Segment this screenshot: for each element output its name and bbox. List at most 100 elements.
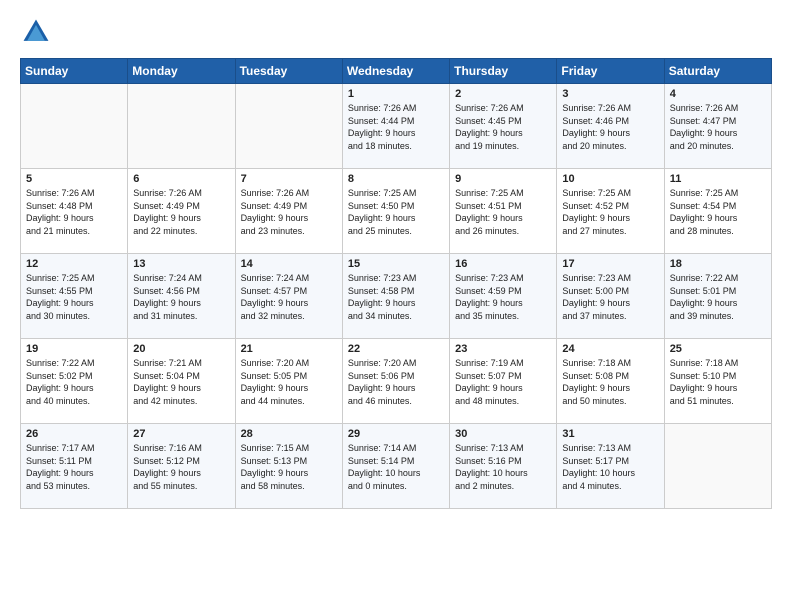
day-number: 20	[133, 343, 229, 355]
day-number: 3	[562, 88, 658, 100]
day-info: Sunrise: 7:23 AM Sunset: 4:59 PM Dayligh…	[455, 272, 551, 322]
page: SundayMondayTuesdayWednesdayThursdayFrid…	[0, 0, 792, 525]
calendar-cell: 11Sunrise: 7:25 AM Sunset: 4:54 PM Dayli…	[664, 169, 771, 254]
calendar-cell: 2 Sunrise: 7:26 AM Sunset: 4:45 PM Daylig…	[450, 84, 557, 169]
calendar-cell: 18Sunrise: 7:22 AM Sunset: 5:01 PM Dayli…	[664, 254, 771, 339]
day-info: Sunrise: 7:17 AM Sunset: 5:11 PM Dayligh…	[26, 442, 122, 492]
calendar-cell: 21 Sunrise: 7:20 AM Sunset: 5:05 PM Dayli…	[235, 339, 342, 424]
weekday-header-wednesday: Wednesday	[342, 59, 449, 84]
day-info: Sunrise: 7:16 AM Sunset: 5:12 PM Dayligh…	[133, 442, 229, 492]
logo-icon	[20, 16, 52, 48]
calendar-cell: 31Sunrise: 7:13 AM Sunset: 5:17 PM Dayli…	[557, 424, 664, 509]
day-info: Sunrise: 7:18 AM Sunset: 5:08 PM Dayligh…	[562, 357, 658, 407]
day-number: 27	[133, 428, 229, 440]
day-info: Sunrise: 7:22 AM Sunset: 5:02 PM Dayligh…	[26, 357, 122, 407]
day-info: Sunrise: 7:24 AM Sunset: 4:56 PM Dayligh…	[133, 272, 229, 322]
weekday-header-tuesday: Tuesday	[235, 59, 342, 84]
day-info: Sunrise: 7:26 AM Sunset: 4:44 PM Dayligh…	[348, 102, 444, 152]
weekday-header-friday: Friday	[557, 59, 664, 84]
calendar-cell: 28 Sunrise: 7:15 AM Sunset: 5:13 PM Dayli…	[235, 424, 342, 509]
calendar-cell: 12 Sunrise: 7:25 AM Sunset: 4:55 PM Dayli…	[21, 254, 128, 339]
day-info: Sunrise: 7:19 AM Sunset: 5:07 PM Dayligh…	[455, 357, 551, 407]
day-info: Sunrise: 7:24 AM Sunset: 4:57 PM Dayligh…	[241, 272, 337, 322]
calendar-cell: 3Sunrise: 7:26 AM Sunset: 4:46 PM Daylig…	[557, 84, 664, 169]
day-info: Sunrise: 7:20 AM Sunset: 5:05 PM Dayligh…	[241, 357, 337, 407]
calendar-cell: 5 Sunrise: 7:26 AM Sunset: 4:48 PM Daylig…	[21, 169, 128, 254]
calendar-cell: 29 Sunrise: 7:14 AM Sunset: 5:14 PM Dayli…	[342, 424, 449, 509]
day-number: 4	[670, 88, 766, 100]
calendar-cell: 13Sunrise: 7:24 AM Sunset: 4:56 PM Dayli…	[128, 254, 235, 339]
day-info: Sunrise: 7:25 AM Sunset: 4:52 PM Dayligh…	[562, 187, 658, 237]
week-row-4: 19 Sunrise: 7:22 AM Sunset: 5:02 PM Dayli…	[21, 339, 772, 424]
calendar-cell: 20 Sunrise: 7:21 AM Sunset: 5:04 PM Dayli…	[128, 339, 235, 424]
calendar-cell: 15 Sunrise: 7:23 AM Sunset: 4:58 PM Dayli…	[342, 254, 449, 339]
day-info: Sunrise: 7:18 AM Sunset: 5:10 PM Dayligh…	[670, 357, 766, 407]
day-number: 10	[562, 173, 658, 185]
day-number: 6	[133, 173, 229, 185]
day-info: Sunrise: 7:14 AM Sunset: 5:14 PM Dayligh…	[348, 442, 444, 492]
day-number: 30	[455, 428, 551, 440]
day-number: 7	[241, 173, 337, 185]
calendar-table: SundayMondayTuesdayWednesdayThursdayFrid…	[20, 58, 772, 509]
day-info: Sunrise: 7:25 AM Sunset: 4:51 PM Dayligh…	[455, 187, 551, 237]
calendar-cell: 8Sunrise: 7:25 AM Sunset: 4:50 PM Daylig…	[342, 169, 449, 254]
calendar-cell	[128, 84, 235, 169]
day-number: 12	[26, 258, 122, 270]
day-number: 17	[562, 258, 658, 270]
week-row-1: 1Sunrise: 7:26 AM Sunset: 4:44 PM Daylig…	[21, 84, 772, 169]
calendar-cell: 14 Sunrise: 7:24 AM Sunset: 4:57 PM Dayli…	[235, 254, 342, 339]
calendar-cell: 19 Sunrise: 7:22 AM Sunset: 5:02 PM Dayli…	[21, 339, 128, 424]
day-info: Sunrise: 7:15 AM Sunset: 5:13 PM Dayligh…	[241, 442, 337, 492]
day-info: Sunrise: 7:13 AM Sunset: 5:16 PM Dayligh…	[455, 442, 551, 492]
day-info: Sunrise: 7:26 AM Sunset: 4:45 PM Dayligh…	[455, 102, 551, 152]
day-info: Sunrise: 7:20 AM Sunset: 5:06 PM Dayligh…	[348, 357, 444, 407]
logo	[20, 16, 56, 48]
day-info: Sunrise: 7:23 AM Sunset: 4:58 PM Dayligh…	[348, 272, 444, 322]
calendar-header: SundayMondayTuesdayWednesdayThursdayFrid…	[21, 59, 772, 84]
day-info: Sunrise: 7:21 AM Sunset: 5:04 PM Dayligh…	[133, 357, 229, 407]
calendar-cell: 7 Sunrise: 7:26 AM Sunset: 4:49 PM Daylig…	[235, 169, 342, 254]
calendar-cell: 25 Sunrise: 7:18 AM Sunset: 5:10 PM Dayli…	[664, 339, 771, 424]
weekday-header-row: SundayMondayTuesdayWednesdayThursdayFrid…	[21, 59, 772, 84]
calendar-cell: 10 Sunrise: 7:25 AM Sunset: 4:52 PM Dayli…	[557, 169, 664, 254]
day-number: 21	[241, 343, 337, 355]
day-info: Sunrise: 7:23 AM Sunset: 5:00 PM Dayligh…	[562, 272, 658, 322]
weekday-header-saturday: Saturday	[664, 59, 771, 84]
day-number: 29	[348, 428, 444, 440]
day-info: Sunrise: 7:25 AM Sunset: 4:55 PM Dayligh…	[26, 272, 122, 322]
day-info: Sunrise: 7:26 AM Sunset: 4:48 PM Dayligh…	[26, 187, 122, 237]
day-number: 14	[241, 258, 337, 270]
calendar-cell	[235, 84, 342, 169]
day-number: 2	[455, 88, 551, 100]
day-number: 5	[26, 173, 122, 185]
calendar-cell: 4 Sunrise: 7:26 AM Sunset: 4:47 PM Daylig…	[664, 84, 771, 169]
calendar-cell: 16 Sunrise: 7:23 AM Sunset: 4:59 PM Dayli…	[450, 254, 557, 339]
day-info: Sunrise: 7:22 AM Sunset: 5:01 PM Dayligh…	[670, 272, 766, 322]
day-number: 23	[455, 343, 551, 355]
week-row-5: 26Sunrise: 7:17 AM Sunset: 5:11 PM Dayli…	[21, 424, 772, 509]
day-number: 8	[348, 173, 444, 185]
calendar-cell: 9Sunrise: 7:25 AM Sunset: 4:51 PM Daylig…	[450, 169, 557, 254]
calendar-cell	[21, 84, 128, 169]
calendar-cell: 24Sunrise: 7:18 AM Sunset: 5:08 PM Dayli…	[557, 339, 664, 424]
calendar-cell: 17 Sunrise: 7:23 AM Sunset: 5:00 PM Dayli…	[557, 254, 664, 339]
day-number: 19	[26, 343, 122, 355]
calendar-cell: 23 Sunrise: 7:19 AM Sunset: 5:07 PM Dayli…	[450, 339, 557, 424]
day-info: Sunrise: 7:26 AM Sunset: 4:49 PM Dayligh…	[241, 187, 337, 237]
day-number: 22	[348, 343, 444, 355]
day-number: 16	[455, 258, 551, 270]
day-number: 15	[348, 258, 444, 270]
week-row-2: 5 Sunrise: 7:26 AM Sunset: 4:48 PM Daylig…	[21, 169, 772, 254]
header	[20, 16, 772, 48]
day-number: 28	[241, 428, 337, 440]
calendar-cell: 27 Sunrise: 7:16 AM Sunset: 5:12 PM Dayli…	[128, 424, 235, 509]
week-row-3: 12 Sunrise: 7:25 AM Sunset: 4:55 PM Dayli…	[21, 254, 772, 339]
calendar-cell: 1Sunrise: 7:26 AM Sunset: 4:44 PM Daylig…	[342, 84, 449, 169]
day-info: Sunrise: 7:13 AM Sunset: 5:17 PM Dayligh…	[562, 442, 658, 492]
calendar-cell: 26Sunrise: 7:17 AM Sunset: 5:11 PM Dayli…	[21, 424, 128, 509]
day-info: Sunrise: 7:26 AM Sunset: 4:47 PM Dayligh…	[670, 102, 766, 152]
day-number: 11	[670, 173, 766, 185]
weekday-header-thursday: Thursday	[450, 59, 557, 84]
day-number: 25	[670, 343, 766, 355]
weekday-header-sunday: Sunday	[21, 59, 128, 84]
